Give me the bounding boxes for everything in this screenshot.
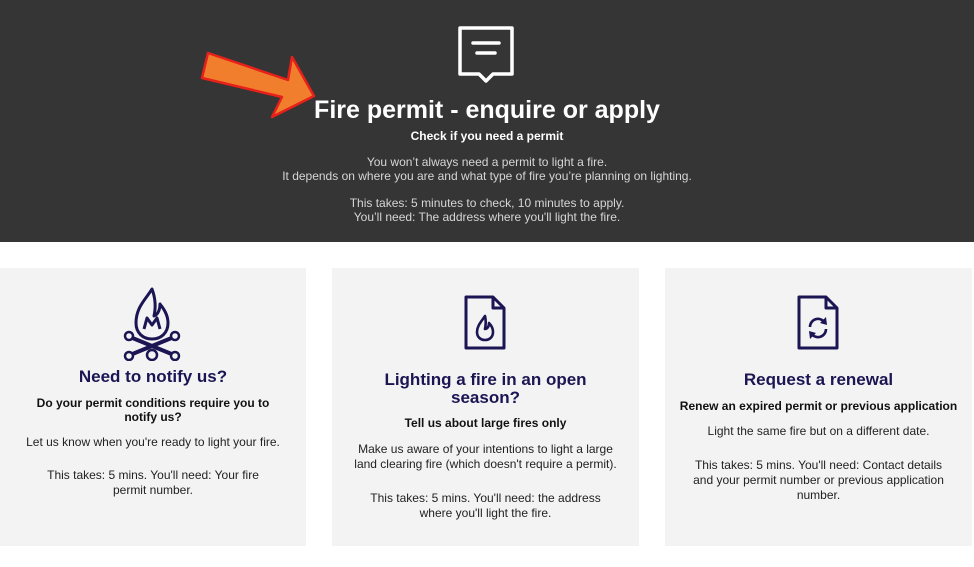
card-description: Make us aware of your intentions to ligh… (354, 442, 617, 471)
card-details: This takes: 5 mins. You'll need: the add… (370, 491, 601, 520)
card-subtitle: Tell us about large fires only (404, 416, 567, 430)
campfire-icon (123, 287, 181, 361)
intro-line-2: It depends on where you are and what typ… (282, 169, 692, 183)
card-description: Light the same fire but on a different d… (707, 424, 930, 438)
time-estimate: This takes: 5 minutes to check, 10 minut… (349, 196, 625, 210)
requirements: You’ll need: The address where you'll li… (353, 210, 621, 224)
message-icon (458, 26, 514, 83)
renewal-card[interactable]: Request a renewal Renew an expired permi… (665, 268, 972, 546)
card-description: Let us know when you're ready to light y… (26, 435, 280, 449)
card-subtitle: Do your permit conditions require you to… (36, 396, 270, 424)
page-subtitle: Check if you need a permit (410, 129, 564, 143)
fire-document-icon (464, 295, 506, 350)
card-title[interactable]: Request a renewal (685, 371, 952, 389)
page-title: Fire permit - enquire or apply (314, 96, 660, 124)
card-details: This takes: 5 mins. You'll need: Your fi… (47, 468, 259, 497)
card-details: This takes: 5 mins. You'll need: Contact… (693, 458, 944, 502)
card-title[interactable]: Lighting a fire in an open season? (352, 371, 619, 407)
notify-card[interactable]: Need to notify us? Do your permit condit… (0, 268, 306, 546)
open-season-card[interactable]: Lighting a fire in an open season? Tell … (332, 268, 639, 546)
intro-line-1: You won’t always need a permit to light … (366, 155, 608, 169)
hero-banner: Fire permit - enquire or apply Check if … (0, 0, 974, 242)
renew-document-icon (797, 295, 839, 350)
card-subtitle: Renew an expired permit or previous appl… (679, 399, 958, 413)
card-title[interactable]: Need to notify us? (20, 368, 286, 386)
arrow-icon (200, 51, 316, 119)
